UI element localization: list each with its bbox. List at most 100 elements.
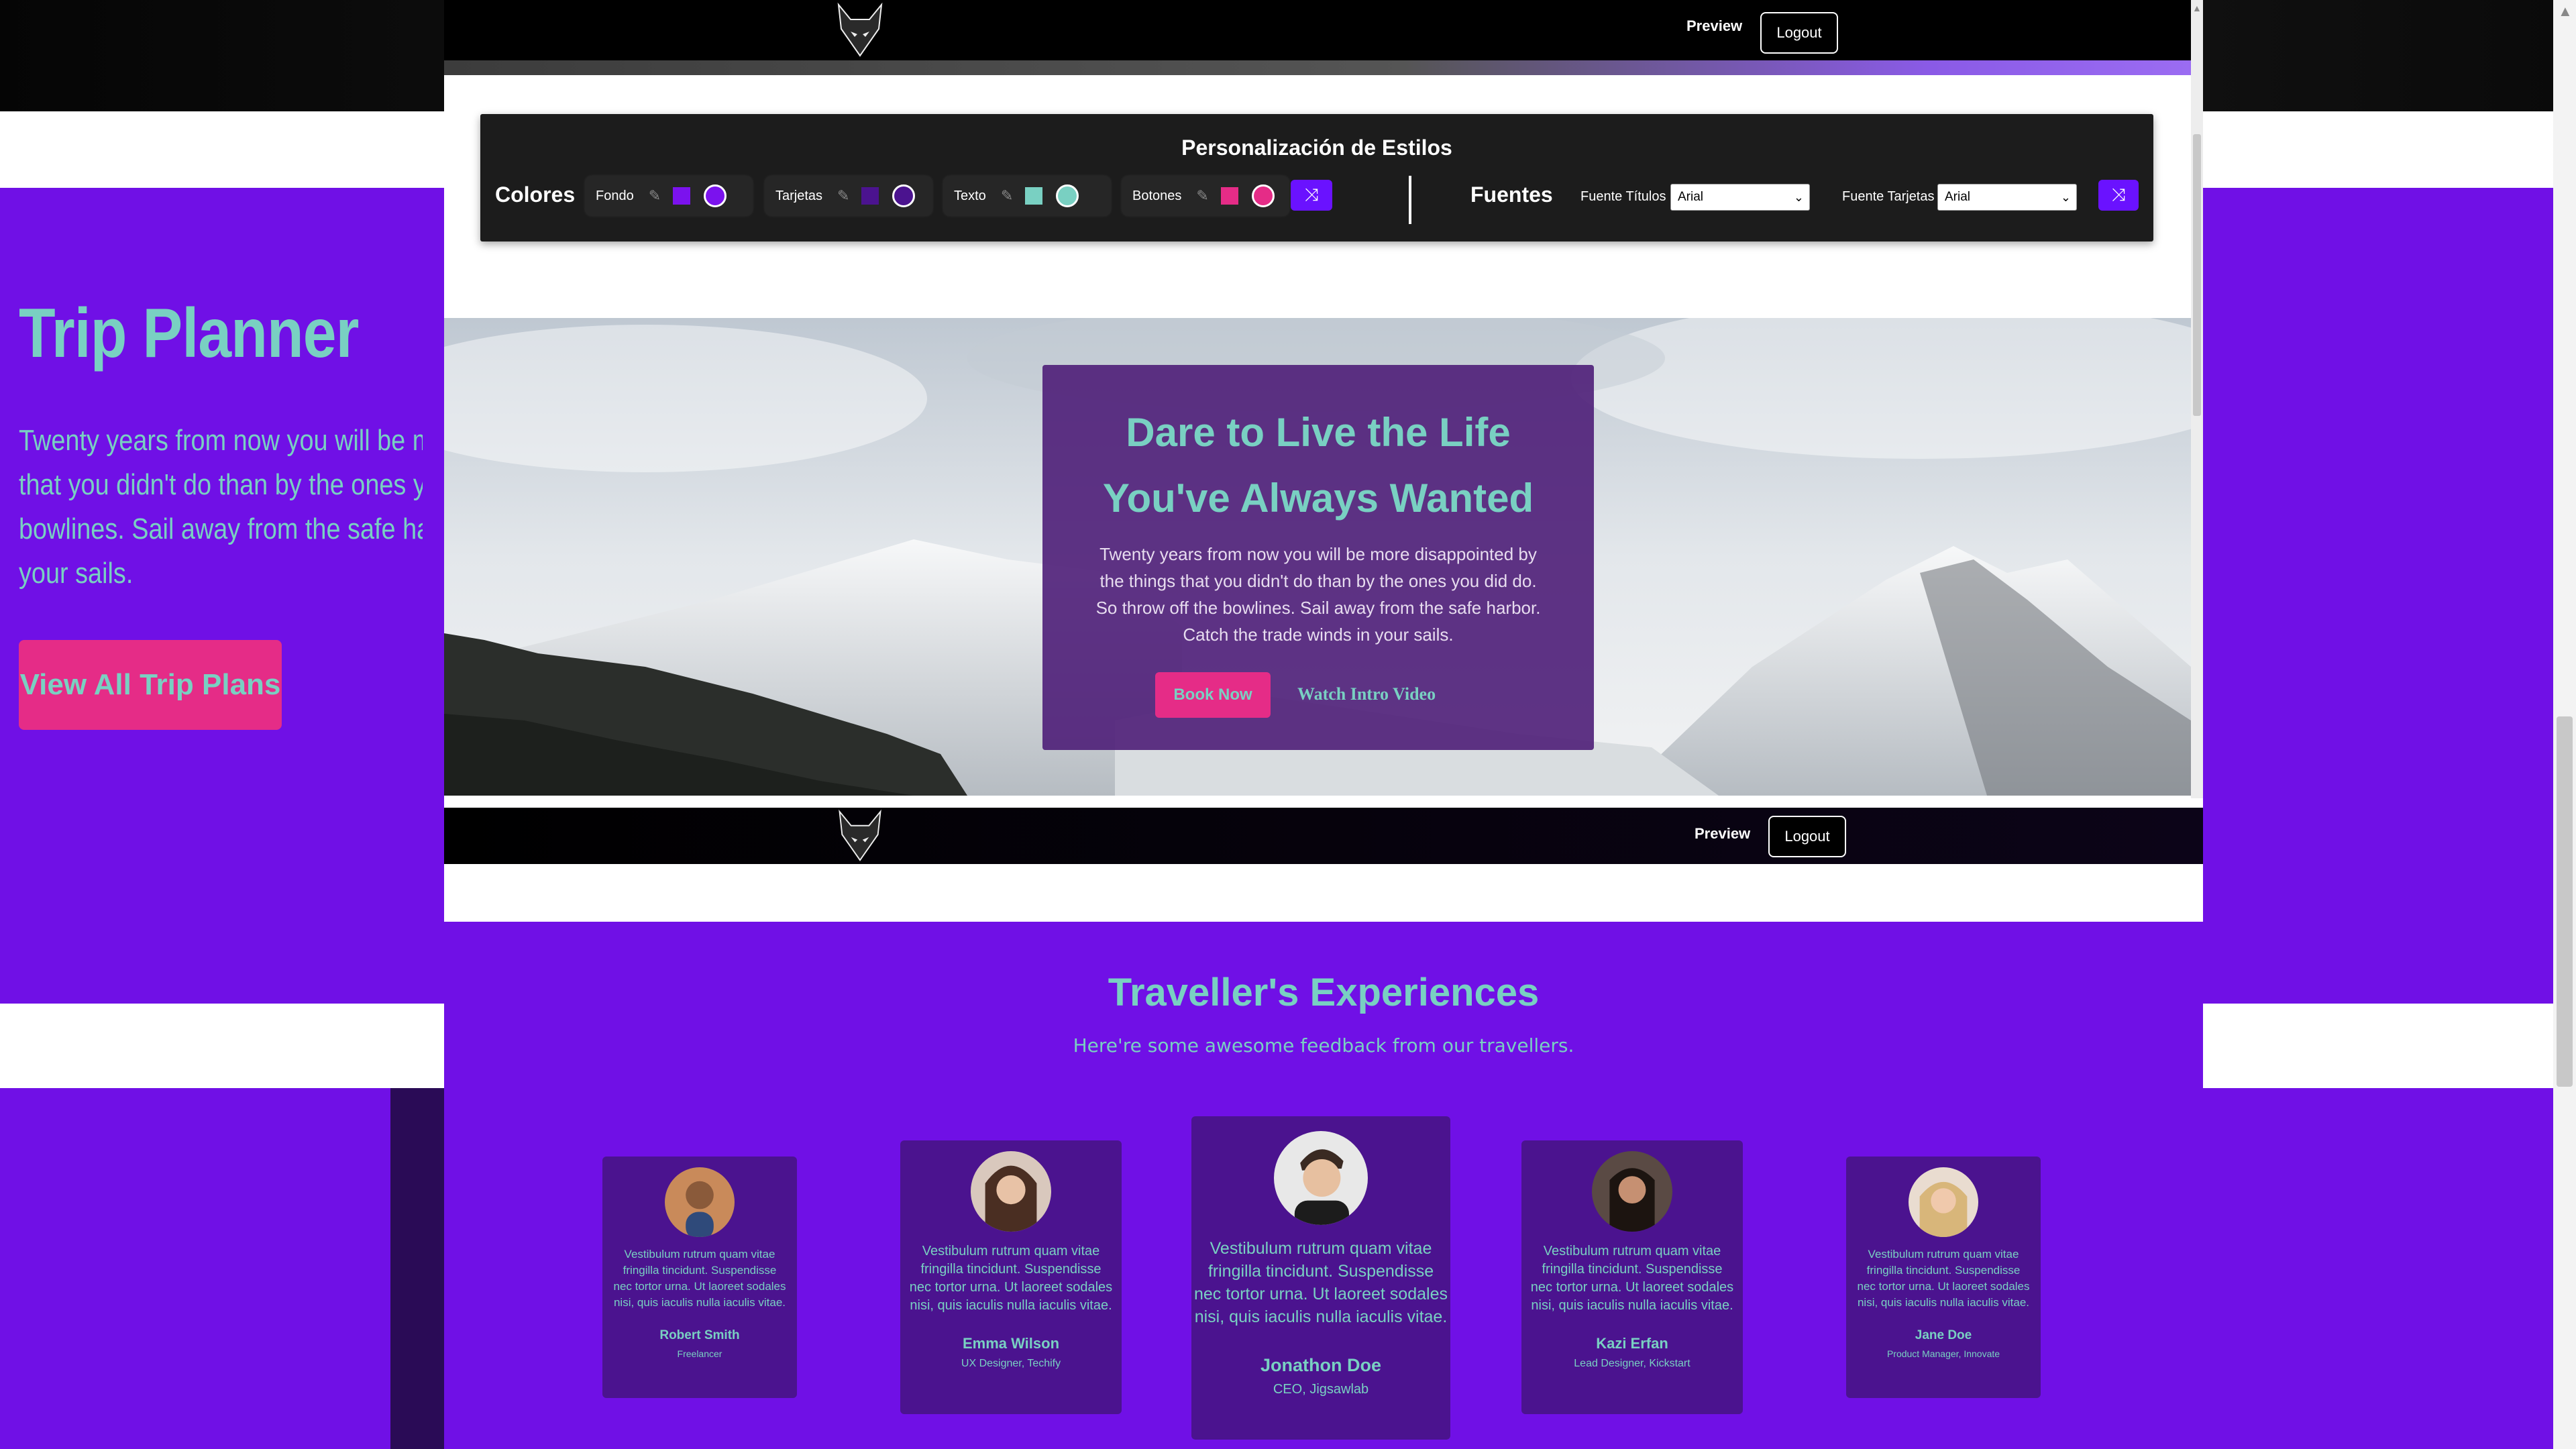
fonts-heading: Fuentes bbox=[1470, 182, 1553, 207]
quote-line: Vestibulum rutrum quam vitae bbox=[1868, 1248, 2019, 1260]
color-swatch-circle[interactable] bbox=[1251, 184, 1275, 207]
avatar bbox=[1909, 1167, 1978, 1237]
hero-paragraph-line: Catch the trade winds in your sails. bbox=[1183, 625, 1454, 645]
testimonial-quote: Vestibulum rutrum quam vitae fringilla t… bbox=[602, 1246, 797, 1311]
app-window: Preview Logout Personalización de Estilo… bbox=[444, 0, 2203, 1449]
scroll-up-arrow-icon[interactable]: ▲ bbox=[2192, 3, 2202, 13]
quote-line: fringilla tincidunt. Suspendisse bbox=[1866, 1264, 2021, 1277]
color-group-botones: Botones ✎ bbox=[1122, 176, 1289, 216]
quote-line: nisi, quis iaculis nulla iaculis vitae. bbox=[1531, 1298, 1733, 1313]
font-titles-select[interactable]: Arial ⌄ bbox=[1670, 184, 1810, 211]
page-scrollbar-thumb[interactable] bbox=[2557, 716, 2573, 1087]
fox-logo-icon[interactable] bbox=[826, 0, 894, 60]
quote-line: nisi, quis iaculis nulla iaculis vitae. bbox=[1857, 1296, 2030, 1309]
scroll-up-arrow-icon[interactable]: ▲ bbox=[2558, 3, 2573, 20]
avatar bbox=[971, 1151, 1051, 1232]
hero-paragraph: Twenty years from now you will be more d… bbox=[1076, 541, 1560, 648]
chevron-down-icon: ⌄ bbox=[1793, 191, 1804, 204]
logout-button[interactable]: Logout bbox=[1768, 816, 1846, 857]
testimonial-name: Kazi Erfan bbox=[1596, 1335, 1668, 1352]
font-cards-select[interactable]: Arial ⌄ bbox=[1937, 184, 2077, 211]
quote-line: Vestibulum rutrum quam vitae bbox=[1543, 1244, 1721, 1258]
quote-line: Vestibulum rutrum quam vitae bbox=[1210, 1239, 1432, 1258]
testimonial-card: Vestibulum rutrum quam vitae fringilla t… bbox=[900, 1140, 1122, 1414]
testimonial-name: Robert Smith bbox=[659, 1328, 740, 1342]
avatar bbox=[1274, 1131, 1368, 1225]
quote-line: nisi, quis iaculis nulla iaculis vitae. bbox=[613, 1296, 786, 1309]
quote-line: fringilla tincidunt. Suspendisse bbox=[623, 1264, 777, 1277]
color-swatch-square[interactable] bbox=[861, 187, 879, 205]
quote-line: nec tortor urna. Ut laoreet sodales bbox=[613, 1280, 786, 1293]
colors-heading: Colores bbox=[495, 182, 576, 207]
color-swatch-square[interactable] bbox=[1220, 187, 1238, 205]
color-swatch-circle[interactable] bbox=[892, 184, 916, 207]
panel-title: Personalización de Estilos bbox=[1181, 136, 1452, 160]
color-label: Botones bbox=[1132, 188, 1182, 203]
testimonial-quote: Vestibulum rutrum quam vitae fringilla t… bbox=[1521, 1242, 1743, 1315]
hero-section: Dare to Live the Life You've Always Want… bbox=[444, 318, 2191, 796]
hero-paragraph-line: the things that you didn't do than by th… bbox=[1099, 571, 1537, 591]
fox-logo-icon[interactable] bbox=[826, 808, 894, 864]
background-paragraph: Twenty years from now you will be more d… bbox=[19, 419, 423, 596]
testimonials-heading: Traveller's Experiences bbox=[1108, 971, 1540, 1014]
avatar bbox=[665, 1167, 735, 1237]
preview-button[interactable]: Preview bbox=[1686, 17, 1742, 35]
font-cards-value: Arial bbox=[1945, 190, 1971, 204]
color-swatch-square[interactable] bbox=[1025, 187, 1043, 205]
color-group-texto: Texto ✎ bbox=[943, 176, 1111, 216]
random-fonts-button[interactable]: ⤨ bbox=[2098, 180, 2139, 211]
quote-line: nec tortor urna. Ut laoreet sodales bbox=[1857, 1280, 2030, 1293]
background-line: bowlines. Sail away from the safe harbor… bbox=[19, 513, 423, 545]
testimonial-role: Lead Designer, Kickstart bbox=[1574, 1358, 1690, 1369]
avatar bbox=[1592, 1151, 1672, 1232]
quote-line: nec tortor urna. Ut laoreet sodales bbox=[909, 1280, 1113, 1295]
color-swatch-circle[interactable] bbox=[704, 184, 727, 207]
quote-line: fringilla tincidunt. Suspendisse bbox=[1208, 1262, 1434, 1281]
font-titles-label: Fuente Títulos bbox=[1580, 189, 1666, 204]
shuffle-icon: ⤨ bbox=[2111, 184, 2126, 205]
eyedropper-icon[interactable]: ✎ bbox=[1001, 187, 1013, 205]
color-label: Fondo bbox=[596, 188, 634, 203]
font-cards-label: Fuente Tarjetas bbox=[1842, 189, 1935, 204]
quote-line: nec tortor urna. Ut laoreet sodales bbox=[1530, 1280, 1734, 1295]
watch-intro-video-button[interactable]: Watch Intro Video bbox=[1297, 684, 1436, 704]
color-swatch-square[interactable] bbox=[673, 187, 691, 205]
quote-line: fringilla tincidunt. Suspendisse bbox=[1542, 1262, 1723, 1277]
preview-button[interactable]: Preview bbox=[1695, 825, 1750, 843]
color-swatch-circle[interactable] bbox=[1056, 184, 1079, 207]
background-line: your sails. bbox=[19, 557, 133, 590]
chevron-down-icon: ⌄ bbox=[2060, 191, 2071, 204]
testimonial-quote: Vestibulum rutrum quam vitae fringilla t… bbox=[1191, 1237, 1450, 1328]
font-titles-value: Arial bbox=[1678, 190, 1704, 204]
testimonial-quote: Vestibulum rutrum quam vitae fringilla t… bbox=[1846, 1246, 2041, 1311]
top-navbar: Preview Logout bbox=[444, 0, 2191, 75]
color-group-fondo: Fondo ✎ bbox=[585, 176, 753, 216]
logout-button[interactable]: Logout bbox=[1760, 12, 1838, 54]
testimonial-name: Jane Doe bbox=[1915, 1328, 1972, 1342]
random-colors-button[interactable]: ⤨ bbox=[1291, 180, 1332, 211]
testimonial-name: Emma Wilson bbox=[962, 1335, 1060, 1352]
hero-heading-line: You've Always Wanted bbox=[1102, 476, 1534, 521]
testimonial-quote: Vestibulum rutrum quam vitae fringilla t… bbox=[900, 1242, 1122, 1315]
testimonial-card: Vestibulum rutrum quam vitae fringilla t… bbox=[1846, 1157, 2041, 1398]
background-line: Twenty years from now you will be more d… bbox=[19, 424, 423, 457]
panel-divider bbox=[1409, 176, 1411, 224]
quote-line: Vestibulum rutrum quam vitae bbox=[624, 1248, 775, 1260]
book-now-button[interactable]: Book Now bbox=[1155, 672, 1271, 718]
eyedropper-icon[interactable]: ✎ bbox=[1196, 187, 1208, 205]
hero-heading-line: Dare to Live the Life bbox=[1126, 410, 1511, 455]
color-group-tarjetas: Tarjetas ✎ bbox=[765, 176, 932, 216]
view-all-trip-plans-button[interactable]: View All Trip Plans bbox=[19, 640, 282, 730]
shuffle-icon: ⤨ bbox=[1304, 184, 1319, 205]
section-gap bbox=[444, 864, 2203, 922]
color-label: Texto bbox=[954, 188, 986, 203]
background-line: that you didn't do than by the ones you … bbox=[19, 468, 423, 501]
testimonial-card: Vestibulum rutrum quam vitae fringilla t… bbox=[602, 1157, 797, 1398]
quote-line: nisi, quis iaculis nulla iaculis vitae. bbox=[910, 1298, 1112, 1313]
window-scrollbar-thumb[interactable] bbox=[2193, 134, 2201, 416]
testimonial-card: Vestibulum rutrum quam vitae fringilla t… bbox=[1191, 1116, 1450, 1440]
background-stripe bbox=[390, 1088, 444, 1449]
hero-paragraph-line: Twenty years from now you will be more d… bbox=[1099, 544, 1537, 564]
eyedropper-icon[interactable]: ✎ bbox=[837, 187, 849, 205]
eyedropper-icon[interactable]: ✎ bbox=[649, 187, 661, 205]
